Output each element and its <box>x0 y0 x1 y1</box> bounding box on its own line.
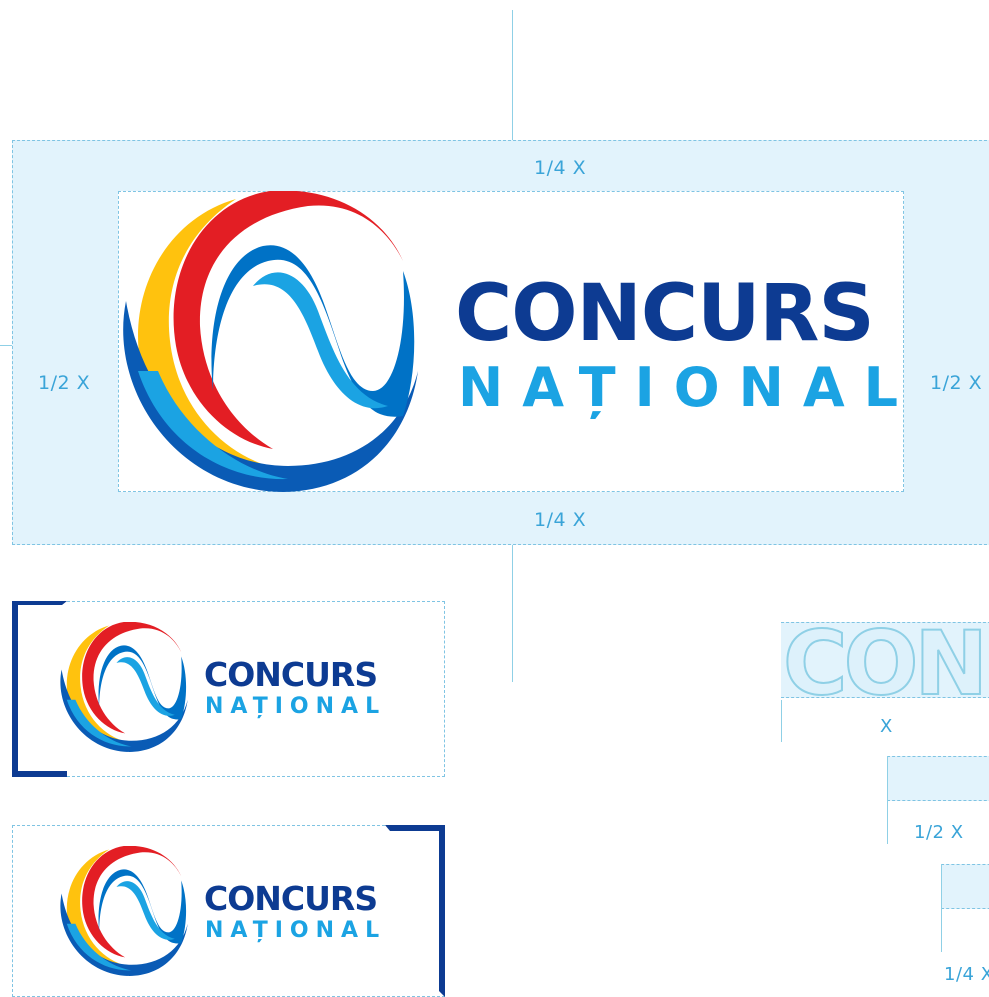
width-guide-left <box>781 700 782 742</box>
swirl-logo-icon <box>123 191 419 492</box>
small-logo-1: CONCURS NAȚIONAL <box>58 622 418 752</box>
main-logo: CONCURS NAȚIONAL <box>118 191 904 492</box>
left-margin-label: 1/2 X <box>38 372 91 394</box>
half-width-box <box>887 756 989 801</box>
half-guide-left <box>887 756 888 844</box>
brand-line1: CONCURS <box>204 879 378 918</box>
quarter-guide-left <box>941 864 942 952</box>
top-margin-label: 1/4 X <box>534 157 587 179</box>
brand-line2: NAȚIONAL <box>458 356 918 419</box>
right-margin-label: 1/2 X <box>930 372 983 394</box>
brand-line1: CONCURS <box>204 655 378 694</box>
brand-line2: NAȚIONAL <box>205 694 387 719</box>
swirl-logo-icon <box>60 846 188 976</box>
brand-line1: CONCURS <box>455 269 875 359</box>
small-logo-2: CONCURS NAȚIONAL <box>58 846 418 976</box>
quarter-width-box <box>941 864 989 909</box>
construction-outline-word: CON <box>782 611 989 716</box>
quarter-width-label: 1/4 X <box>944 964 989 985</box>
half-width-label: 1/2 X <box>914 822 964 843</box>
swirl-logo-icon <box>60 622 188 752</box>
bottom-margin-label: 1/4 X <box>534 509 587 531</box>
brand-line2: NAȚIONAL <box>205 918 387 943</box>
width-label: X <box>880 716 893 737</box>
